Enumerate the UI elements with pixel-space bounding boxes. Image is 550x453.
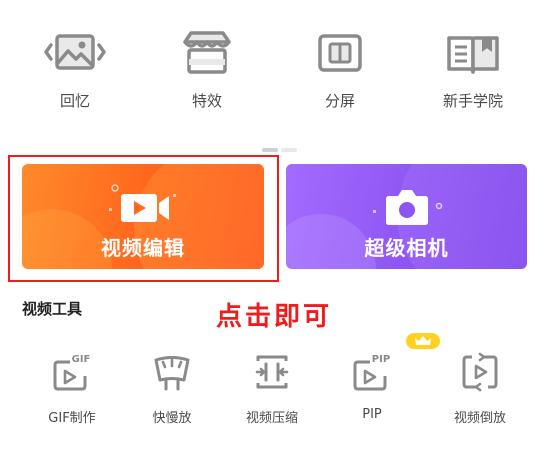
super-camera-label: 超级相机 <box>364 236 449 260</box>
split-screen-icon <box>318 34 362 72</box>
page-dot <box>281 148 297 152</box>
tool-gif-maker[interactable]: GIF GIF制作 <box>22 352 122 426</box>
video-edit-card[interactable]: 视频编辑 <box>22 164 264 269</box>
video-camera-icon <box>109 184 176 222</box>
tool-gif-maker-label: GIF制作 <box>48 411 96 426</box>
tool-video-compress[interactable]: 视频压缩 <box>222 352 322 426</box>
tool-pip-label: PIP <box>362 407 382 422</box>
page-dot-active <box>262 148 278 152</box>
click-hint-annotation: 点击即可 <box>216 302 333 332</box>
tool-pip[interactable]: PIP PIP <box>322 352 422 422</box>
reverse-icon <box>462 352 498 392</box>
compress-icon <box>255 355 289 389</box>
tool-beginner-academy-label: 新手学院 <box>442 92 503 110</box>
tool-split-screen[interactable]: 分屏 <box>285 28 395 111</box>
tool-memory-label: 回忆 <box>59 92 90 110</box>
gif-icon: GIF <box>53 354 91 391</box>
tool-effects[interactable]: 特效 <box>152 28 262 111</box>
tool-memory[interactable]: 回忆 <box>20 28 130 111</box>
tool-beginner-academy[interactable]: 新手学院 <box>418 28 528 111</box>
tool-video-reverse[interactable]: 视频倒放 <box>430 352 530 426</box>
super-camera-card[interactable]: 超级相机 <box>286 164 527 269</box>
vip-crown-badge <box>406 333 440 349</box>
crown-icon <box>415 336 431 345</box>
tool-video-reverse-label: 视频倒放 <box>453 411 506 426</box>
video-edit-label: 视频编辑 <box>101 236 185 260</box>
tool-effects-label: 特效 <box>191 92 222 110</box>
speed-gauge-icon <box>154 356 190 391</box>
pip-icon-text: PIP <box>372 354 390 365</box>
top-tool-row: 回忆 特效 分屏 新手学院 <box>0 0 550 130</box>
tool-speed[interactable]: 快慢放 <box>122 352 222 426</box>
video-tools-section-title: 视频工具 <box>22 300 83 318</box>
book-icon <box>447 36 499 74</box>
tool-split-screen-label: 分屏 <box>324 92 355 110</box>
pip-icon: PIP <box>353 354 390 391</box>
effects-shop-icon <box>183 31 231 74</box>
camera-icon <box>372 190 442 225</box>
gif-icon-text: GIF <box>72 354 91 365</box>
tool-video-compress-label: 视频压缩 <box>245 411 298 426</box>
photo-memory-icon <box>44 34 106 70</box>
page-indicator <box>262 137 300 156</box>
tool-speed-label: 快慢放 <box>152 411 192 426</box>
